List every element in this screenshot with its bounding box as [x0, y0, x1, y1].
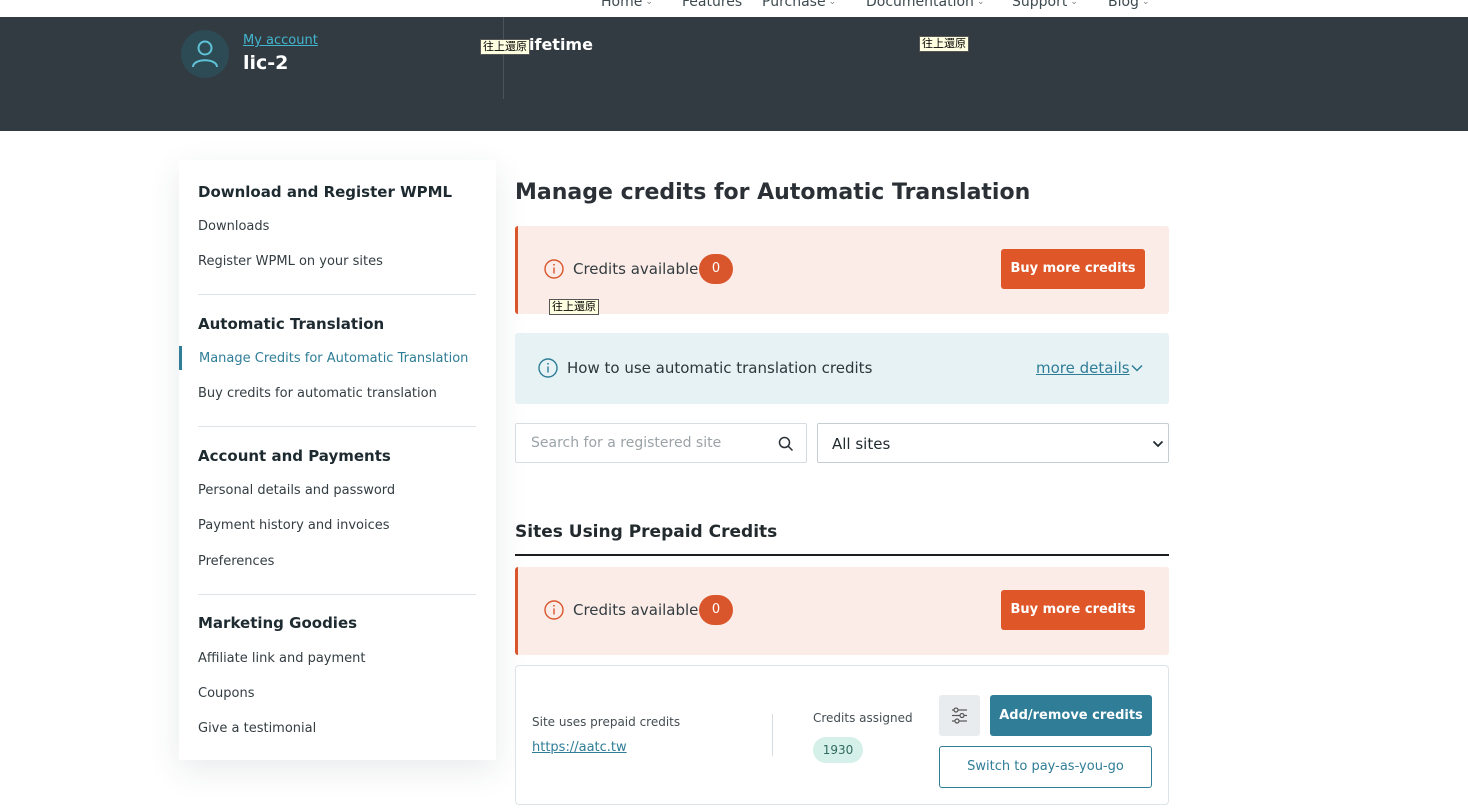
chevron-down-icon: ⌄	[1070, 0, 1078, 7]
nav-features[interactable]: Features	[682, 0, 742, 10]
restore-tooltip: 往上還原	[919, 36, 969, 52]
nav-purchase[interactable]: Purchase ⌄	[762, 0, 836, 10]
sidebar-divider	[198, 426, 476, 427]
search-icon[interactable]	[778, 436, 794, 452]
top-navigation: Home ⌄ Features Purchase ⌄ Documentation ⌄ …	[0, 0, 1468, 17]
settings-button[interactable]	[939, 695, 980, 736]
sidebar-item-personal-details[interactable]: Personal details and password	[198, 483, 395, 498]
site-uses-label: Site uses prepaid credits	[532, 715, 681, 729]
info-icon	[538, 358, 558, 378]
nav-blog[interactable]: Blog ⌄	[1108, 0, 1150, 10]
sites-filter-value: All sites	[832, 435, 891, 453]
nav-home[interactable]: Home ⌄	[601, 0, 653, 10]
sidebar-heading-account: Account and Payments	[198, 447, 391, 465]
chevron-down-icon: ⌄	[976, 0, 985, 7]
credits-count-badge: 0	[699, 595, 733, 625]
chevron-down-icon[interactable]	[1130, 361, 1144, 375]
chevron-down-icon: ⌄	[1141, 0, 1150, 7]
user-icon	[192, 40, 218, 68]
chevron-down-icon: ⌄	[828, 0, 837, 7]
sidebar-divider	[198, 594, 476, 595]
credits-assigned-label: Credits assigned	[813, 711, 913, 725]
avatar	[181, 30, 229, 78]
sidebar-item-affiliate[interactable]: Affiliate link and payment	[198, 651, 366, 666]
restore-tooltip: 往上還原	[549, 299, 599, 315]
add-remove-credits-button[interactable]: Add/remove credits	[990, 695, 1152, 736]
sidebar-heading-automatic-translation: Automatic Translation	[198, 315, 385, 333]
nav-documentation[interactable]: Documentation ⌄	[866, 0, 984, 10]
site-url-link[interactable]: https://aatc.tw	[532, 740, 627, 755]
credits-available-label: Credits available	[573, 601, 699, 619]
credits-assigned-badge: 1930	[813, 737, 863, 763]
sliders-icon	[952, 707, 967, 724]
how-to-use-label: How to use automatic translation credits	[567, 359, 873, 377]
account-header: My account lic-2 ifetime	[0, 17, 1468, 131]
sidebar-item-manage-credits[interactable]: Manage Credits for Automatic Translation	[199, 351, 468, 366]
how-to-use-credits-box: How to use automatic translation credits…	[515, 333, 1169, 404]
restore-tooltip: 往上還原	[480, 39, 530, 55]
account-sidebar: Download and Register WPML Downloads Reg…	[179, 160, 496, 760]
sidebar-item-payment-history[interactable]: Payment history and invoices	[198, 518, 390, 533]
sidebar-item-downloads[interactable]: Downloads	[198, 219, 269, 234]
plan-name: ifetime	[529, 35, 593, 54]
sidebar-item-preferences[interactable]: Preferences	[198, 554, 274, 569]
section-divider	[515, 554, 1169, 556]
credits-available-label: Credits available	[573, 260, 699, 278]
license-name: lic-2	[243, 52, 289, 74]
active-indicator	[179, 346, 182, 370]
buy-more-credits-button[interactable]: Buy more credits	[1001, 249, 1145, 289]
sites-filter-select[interactable]: All sites	[817, 423, 1169, 463]
credits-available-box: Credits available 0 Buy more credits	[515, 226, 1169, 314]
sidebar-item-coupons[interactable]: Coupons	[198, 686, 255, 701]
site-card: Site uses prepaid credits https://aatc.t…	[515, 665, 1169, 805]
sidebar-item-register-sites[interactable]: Register WPML on your sites	[198, 254, 383, 269]
my-account-link[interactable]: My account	[243, 33, 318, 48]
info-icon	[544, 600, 564, 620]
header-divider	[503, 17, 504, 99]
chevron-down-icon	[1152, 440, 1164, 448]
more-details-link[interactable]: more details	[1036, 359, 1130, 377]
card-divider	[772, 714, 773, 756]
search-input[interactable]	[516, 424, 766, 462]
chevron-down-icon: ⌄	[645, 0, 653, 7]
info-icon	[544, 259, 564, 279]
credits-count-badge: 0	[699, 254, 733, 284]
sidebar-divider	[198, 294, 476, 295]
sidebar-item-buy-credits[interactable]: Buy credits for automatic translation	[198, 386, 437, 401]
nav-support[interactable]: Support ⌄	[1012, 0, 1078, 10]
sidebar-heading-marketing: Marketing Goodies	[198, 614, 358, 632]
sidebar-heading-download: Download and Register WPML	[198, 183, 453, 201]
buy-more-credits-button[interactable]: Buy more credits	[1001, 590, 1145, 630]
credits-available-box: Credits available 0 Buy more credits	[515, 567, 1169, 655]
switch-pay-as-you-go-button[interactable]: Switch to pay-as-you-go	[939, 746, 1152, 788]
site-search	[515, 423, 807, 463]
section-title-prepaid: Sites Using Prepaid Credits	[515, 522, 778, 542]
page-title: Manage credits for Automatic Translation	[515, 180, 1031, 205]
sidebar-item-testimonial[interactable]: Give a testimonial	[198, 721, 316, 736]
